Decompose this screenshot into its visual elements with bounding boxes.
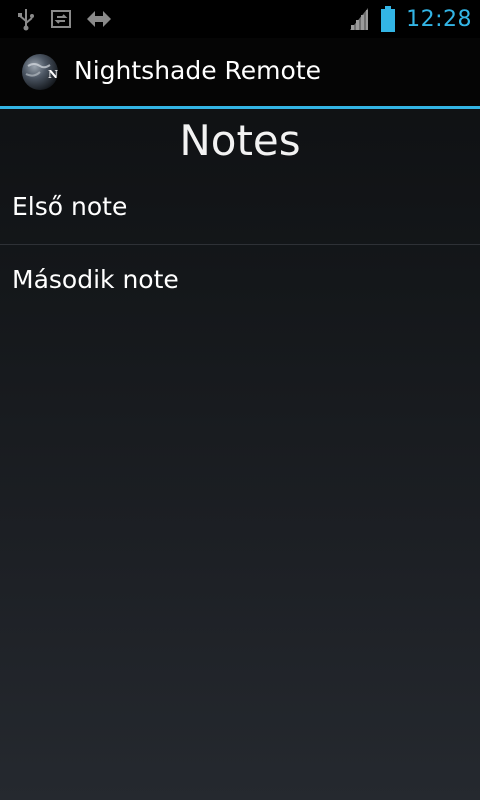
svg-text:N: N (48, 68, 58, 81)
page-title: Notes (179, 116, 301, 165)
status-bar: 12:28 (0, 0, 480, 38)
notification-icons (16, 7, 112, 31)
app-title: Nightshade Remote (74, 56, 322, 85)
list-item[interactable]: Második note (0, 245, 480, 317)
clock: 12:28 (406, 6, 472, 32)
app-screen: 12:28 N Nightshade Remote Notes Első not… (0, 0, 480, 800)
app-logo-icon[interactable]: N (20, 52, 60, 92)
action-bar-accent-line (0, 106, 480, 109)
sync-icon (50, 8, 72, 30)
action-bar: N Nightshade Remote (0, 38, 480, 106)
note-label: Második note (12, 265, 179, 294)
note-label: Első note (12, 192, 128, 221)
usb-icon (16, 7, 36, 31)
notes-list: Első note Második note (0, 172, 480, 317)
system-indicators: 12:28 (348, 4, 472, 34)
signal-icon (348, 6, 370, 32)
battery-icon (380, 5, 396, 33)
transfer-arrows-icon (86, 8, 112, 30)
list-item[interactable]: Első note (0, 172, 480, 244)
